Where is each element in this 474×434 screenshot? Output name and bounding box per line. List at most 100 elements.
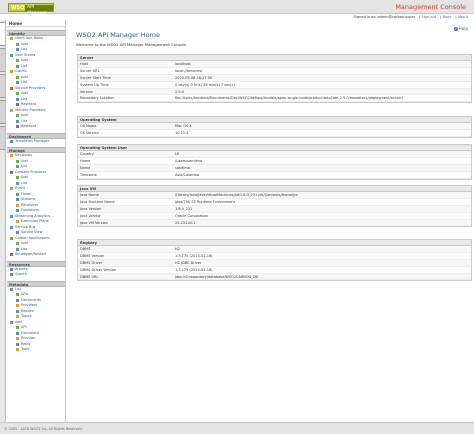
row-value: 25.231-b11 [175, 220, 196, 225]
main-tab[interactable] [0, 22, 5, 46]
sidebar-item-label: Search [15, 272, 28, 276]
resident-icon [16, 103, 19, 107]
logo-product-text: API Manager [25, 5, 53, 16]
table-row: Server Start Time 2020-05-08 16:27:50 [78, 74, 471, 82]
table-row: OS Version 10.15.4 [78, 130, 471, 137]
add-icon [16, 159, 19, 163]
sidebar-item-label: Consent Purposes [15, 169, 47, 174]
row-key: Repository Location [80, 96, 115, 101]
row-key: Home [80, 158, 91, 163]
panel-java-vm: Java VM Java Home/Library/Java/JavaVirtua… [77, 185, 472, 228]
add-icon [16, 59, 19, 63]
table-row: Repository Location file:/Users/sandima/D… [78, 95, 471, 103]
table-row: Home/Users/sandima [78, 158, 471, 165]
row-value: /Library/Java/JavaVirtualMachines/jdk1.8… [175, 193, 298, 197]
table-row: DBMS Driver Version 1.3.175 (2014-01-18) [78, 267, 471, 274]
power-icon [10, 253, 13, 257]
row-key: DBMS Driver [80, 260, 103, 265]
list-icon [16, 97, 19, 101]
row-value: 1.3.175 (2014-01-18) [175, 267, 213, 272]
row-key: Java Version [80, 206, 102, 211]
row-value: 10.15.4 [175, 130, 189, 135]
carbon-app-icon [10, 236, 13, 240]
search-icon [10, 273, 13, 277]
sidebar-item-label: Service Providers [15, 85, 46, 90]
add-icon [16, 75, 19, 79]
sidebar-item-shutdown-restart[interactable]: Shutdown/Restart [7, 252, 65, 258]
sidebar-home-link[interactable]: Home [7, 20, 65, 27]
row-key: DBMS Driver Version [80, 267, 117, 272]
copyright-text: © 2005 - 2018 WSO2 Inc. All Rights Reser… [4, 427, 83, 431]
table-row: OS Name Mac OS X [78, 123, 471, 130]
add-icon [16, 92, 19, 96]
row-key: Name [80, 165, 91, 170]
add-icon [16, 176, 19, 180]
sign-out-link[interactable]: Sign-out [421, 15, 436, 19]
help-link[interactable]: ? Help [453, 26, 468, 31]
list-icon [16, 48, 19, 52]
receivers-icon [16, 203, 19, 207]
sidebar-item-topic[interactable]: Topic [7, 347, 65, 353]
table-row: Host localhost [78, 61, 471, 68]
reply-icon [16, 342, 19, 346]
users-icon [10, 37, 13, 41]
table-row: Java Version 1.8.0_231 [78, 205, 471, 213]
console-title: Management Console [395, 3, 466, 11]
sidebar-item-label: Templates Manager [15, 138, 50, 143]
document-icon [16, 331, 19, 335]
event-icon [10, 187, 13, 191]
publishers-icon [16, 209, 19, 213]
table-row: Java Runtime Name Java(TM) SE Runtime Env… [78, 199, 471, 206]
row-value: local://services/ [175, 68, 203, 73]
service-bus-icon [10, 225, 13, 229]
panel-server: Server Host localhost Server URL local://ser… [77, 54, 472, 104]
list-icon [16, 165, 19, 169]
template-icon [10, 139, 13, 143]
tools-tab[interactable] [0, 100, 5, 124]
sidebar-item-label: Topic [21, 347, 30, 351]
row-value: 1.8.0_231 [175, 206, 193, 211]
sidebar-item-label: Identity Providers [15, 107, 46, 112]
docs-link[interactable]: Docs [443, 15, 452, 19]
row-value: sandima [175, 165, 190, 170]
document-icon [16, 298, 19, 302]
list-icon [16, 81, 19, 85]
row-key: System Up Time [80, 82, 109, 87]
resident-icon [16, 125, 19, 129]
sidebar-item-label: Topics [21, 314, 32, 318]
sidebar-item-resident[interactable]: Resident [7, 124, 65, 130]
table-row: DBMS Version 1.3.175 (2014-01-18) [78, 253, 471, 260]
row-value: jdbc:h2:repository/database/WSO2CARBON_D… [175, 274, 258, 279]
welcome-message: Welcome to the WSO2 API Manager Manageme… [76, 42, 187, 47]
monitor-tab[interactable] [0, 48, 5, 72]
configure-tab[interactable] [0, 74, 5, 98]
table-row: DBMS URL jdbc:h2:repository/database/WSO2… [78, 273, 471, 281]
source-view-icon [16, 231, 19, 235]
extensions-tab[interactable] [0, 126, 5, 150]
claims-icon [10, 70, 13, 74]
header-bar: WSO2 API Manager Management Console [0, 0, 474, 16]
sidebar-item-templates-manager[interactable]: Templates Manager [7, 139, 65, 145]
row-value: 1.3.175 (2014-01-18) [175, 253, 213, 258]
table-row: System Up Time 0 day(s) 0 hr(s) 48 min(s)… [78, 82, 471, 89]
about-link[interactable]: About [458, 15, 468, 19]
row-value: Asia/Colombo [175, 172, 199, 177]
list-icon [16, 247, 19, 251]
row-value: LK [175, 152, 180, 156]
topic-icon [16, 348, 19, 352]
row-key: Version [80, 89, 93, 94]
menu-tabs-strip [0, 20, 6, 422]
row-key: Server URL [80, 68, 100, 73]
api-icon [16, 293, 19, 297]
list-icon [10, 287, 13, 291]
sidebar-item-search[interactable]: Search [7, 272, 65, 278]
row-value: Oracle Corporation [175, 213, 209, 218]
wso2-logo[interactable]: WSO2 API Manager [8, 3, 54, 16]
consent-icon [10, 170, 13, 174]
row-key: Country [80, 152, 94, 156]
reply-icon [16, 309, 19, 313]
row-value: H2 [175, 247, 180, 251]
row-value: /Users/sandima [175, 158, 203, 163]
row-key: Server Start Time [80, 75, 111, 80]
row-key: OS Version [80, 130, 99, 135]
